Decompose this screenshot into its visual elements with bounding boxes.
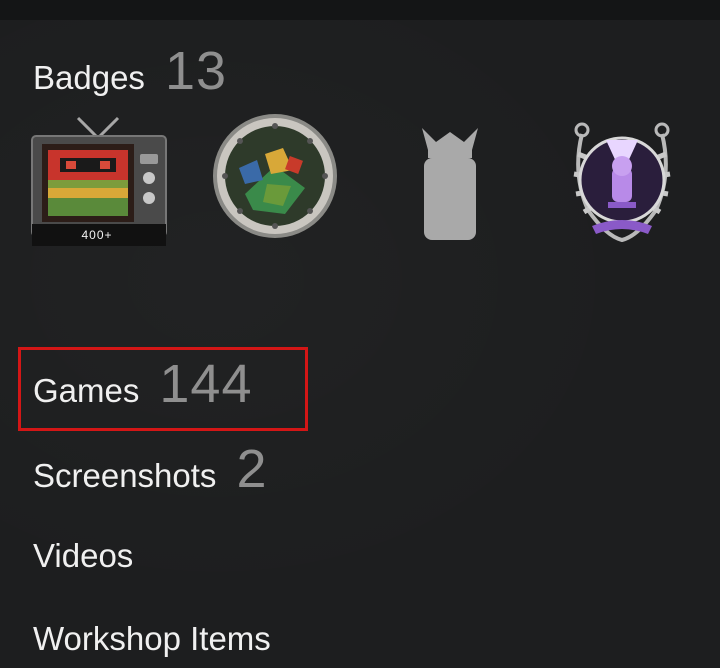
games-link[interactable]: Games 144 — [33, 353, 252, 415]
top-bar — [0, 0, 720, 20]
trophy-badge-icon[interactable] — [552, 114, 692, 254]
badges-label: Badges — [33, 59, 145, 96]
porthole-badge-icon[interactable] — [205, 114, 345, 254]
games-count: 144 — [159, 354, 253, 414]
workshop-items-label: Workshop Items — [33, 620, 271, 657]
videos-link[interactable]: Videos — [33, 537, 133, 575]
profile-sidebar-panel: Badges 13 400+ Games 144 Screenshots 2 V… — [0, 20, 720, 668]
workshop-items-link[interactable]: Workshop Items — [33, 620, 271, 658]
screenshots-label: Screenshots — [33, 457, 217, 494]
bottle-badge-icon[interactable] — [380, 114, 520, 254]
screenshots-link[interactable]: Screenshots 2 — [33, 438, 267, 500]
tv-badge-icon[interactable]: 400+ — [28, 114, 168, 254]
videos-label: Videos — [33, 537, 134, 574]
badges-link[interactable]: Badges 13 — [33, 40, 227, 102]
games-label: Games — [33, 372, 140, 409]
screenshots-count: 2 — [236, 439, 268, 499]
tv-badge-caption: 400+ — [81, 228, 113, 242]
badges-count: 13 — [164, 41, 228, 101]
